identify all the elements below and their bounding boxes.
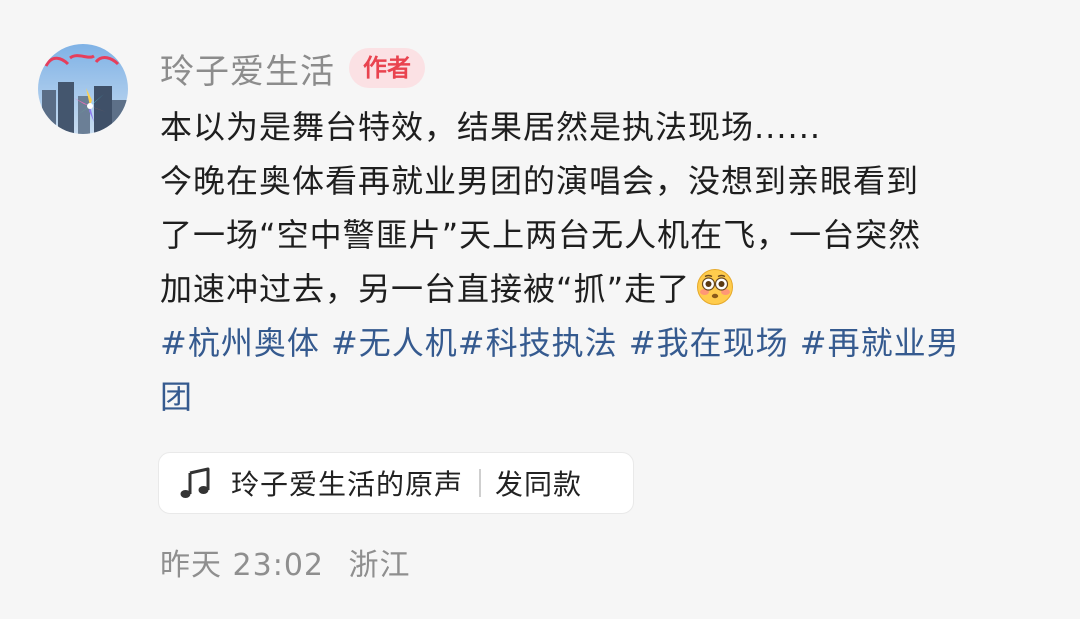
content-line: 了一场“空中警匪片”天上两台无人机在飞，一台突然	[160, 216, 922, 254]
use-sound-button[interactable]: 发同款	[495, 463, 582, 503]
original-sound-card[interactable]: 玲子爱生活的原声 发同款	[158, 452, 634, 514]
post-content: 本以为是舞台特效，结果居然是执法现场...... 今晚在奥体看再就业男团的演唱会…	[160, 100, 1050, 424]
avatar-image	[38, 44, 128, 134]
author-badge: 作者	[349, 48, 425, 88]
avatar[interactable]	[38, 44, 128, 134]
post-meta: 昨天 23:02 浙江	[160, 540, 411, 584]
hashtags[interactable]: 团	[160, 370, 1050, 424]
content-line: 本以为是舞台特效，结果居然是执法现场......	[160, 108, 822, 146]
sound-title: 玲子爱生活的原声	[231, 468, 464, 501]
divider	[479, 469, 482, 497]
author-name[interactable]: 玲子爱生活	[160, 44, 335, 93]
hashtags[interactable]: #杭州奥体 #无人机#科技执法 #我在现场 #再就业男	[160, 316, 1050, 370]
post-time: 昨天 23:02	[160, 548, 324, 583]
content-line-with-emoji: 加速冲过去，另一台直接被“抓”走了	[160, 262, 1050, 316]
comment-card: 玲子爱生活 作者 本以为是舞台特效，结果居然是执法现场...... 今晚在奥体看…	[0, 0, 1080, 619]
music-note-icon	[177, 465, 213, 501]
flushed-face-icon	[696, 268, 734, 306]
author-row: 玲子爱生活 作者	[160, 42, 425, 94]
content-line: 加速冲过去，另一台直接被“抓”走了	[160, 270, 691, 308]
content-line: 今晚在奥体看再就业男团的演唱会，没想到亲眼看到	[160, 162, 920, 200]
post-location: 浙江	[348, 548, 411, 583]
